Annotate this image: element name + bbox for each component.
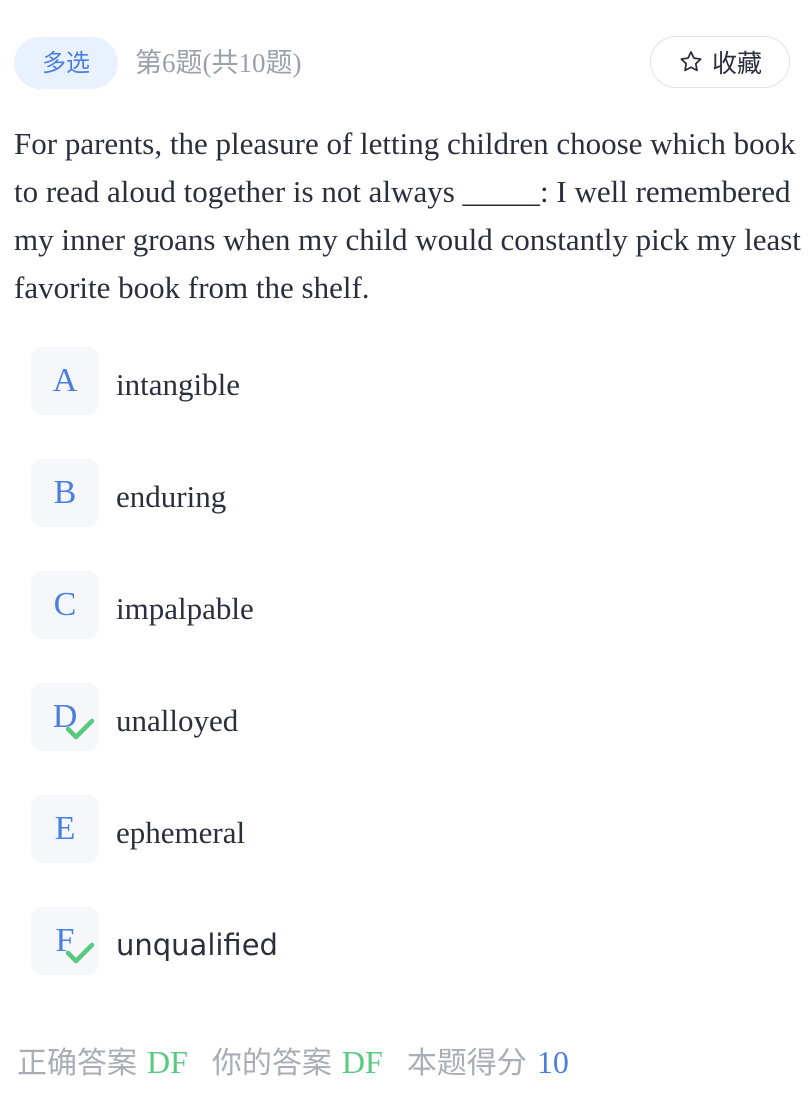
option-letter: E [54, 810, 76, 847]
your-answer-label: 你的答案 [211, 1046, 332, 1081]
option-text: unalloyed [116, 703, 239, 738]
check-icon [65, 717, 95, 746]
favorite-label: 收藏 [711, 49, 762, 78]
answer-summary: 正确答案 DF 你的答案 DF 本题得分 10 [17, 1040, 569, 1086]
option-a[interactable]: A intangible [31, 347, 791, 417]
question-type-badge: 多选 [14, 37, 118, 89]
question-header: 多选 第6题(共10题) 收藏 [14, 36, 790, 90]
option-b[interactable]: B enduring [31, 459, 791, 529]
option-letter: B [53, 474, 77, 511]
question-progress: 第6题(共10题) [135, 48, 302, 78]
question-text: For parents, the pleasure of letting chi… [14, 126, 801, 305]
option-letter: C [53, 586, 77, 623]
option-e[interactable]: E ephemeral [31, 795, 791, 865]
score-value: 10 [536, 1044, 569, 1080]
option-text: unqualified [116, 928, 278, 962]
correct-answer-label: 正确答案 [17, 1046, 137, 1081]
your-answer-value: DF [341, 1044, 383, 1080]
option-text: intangible [116, 367, 240, 402]
option-letter: A [52, 362, 78, 399]
score-label: 本题得分 [406, 1046, 527, 1081]
check-icon [65, 941, 95, 970]
option-text: enduring [116, 479, 227, 514]
option-d[interactable]: D unalloyed [31, 683, 791, 753]
star-icon [678, 49, 704, 75]
option-text: ephemeral [116, 815, 246, 850]
option-text: impalpable [116, 591, 254, 626]
favorite-button[interactable]: 收藏 [650, 36, 790, 88]
correct-answer-value: DF [147, 1044, 188, 1080]
option-f[interactable]: F unqualified [31, 907, 791, 977]
option-c[interactable]: C impalpable [31, 571, 791, 641]
